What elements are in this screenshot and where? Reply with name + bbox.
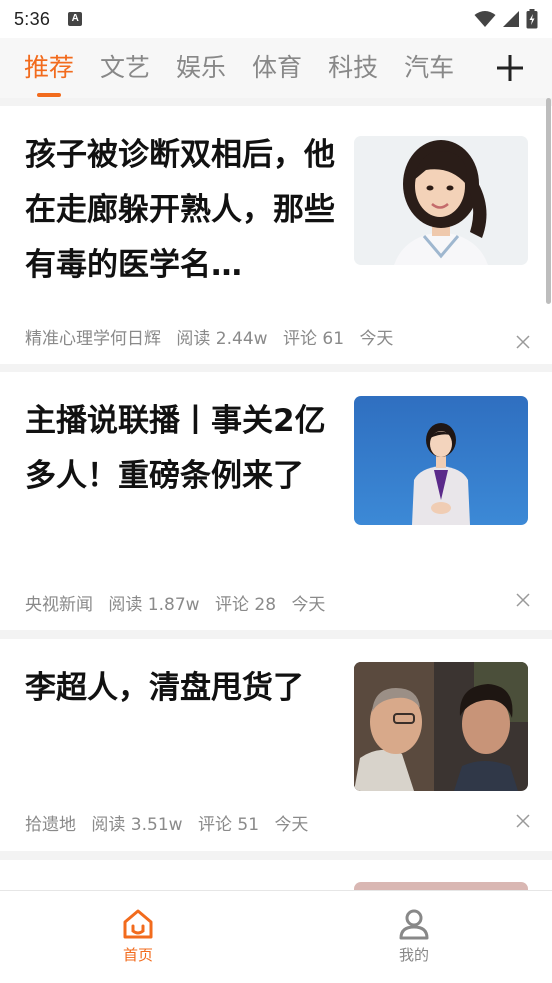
article-title[interactable]: 主播说联播丨事关2亿多人！重磅条例来了 — [25, 394, 335, 504]
article-card[interactable]: 孩子被诊断双相后，他在走廊躲开熟人，那些有毒的医学名… 精准心理学何日辉 阅读 … — [0, 106, 552, 364]
article-thumbnail[interactable] — [354, 662, 528, 791]
portrait-image — [354, 136, 528, 265]
close-icon[interactable] — [516, 593, 530, 607]
battery-charging-icon — [526, 9, 538, 29]
article-source[interactable]: 央视新闻 — [25, 595, 93, 615]
tab-arts[interactable]: 文艺 — [100, 38, 150, 98]
status-icons — [474, 9, 538, 29]
article-source[interactable]: 精准心理学何日辉 — [25, 329, 161, 349]
signal-icon — [503, 11, 519, 27]
scrollbar[interactable] — [546, 98, 551, 304]
close-icon[interactable] — [516, 335, 530, 349]
article-reads: 阅读 3.51w — [91, 815, 183, 835]
nav-profile[interactable]: 我的 — [374, 907, 454, 965]
article-source[interactable]: 拾遗地 — [25, 815, 76, 835]
tab-technology[interactable]: 科技 — [328, 38, 378, 98]
article-time: 今天 — [291, 595, 326, 615]
article-meta: 拾遗地 阅读 3.51w 评论 51 今天 — [25, 810, 318, 835]
article-meta: 精准心理学何日辉 阅读 2.44w 评论 61 今天 — [25, 324, 403, 349]
tab-entertainment[interactable]: 娱乐 — [176, 38, 226, 98]
channel-tabs: 推荐 文艺 娱乐 体育 科技 汽车 — [0, 38, 552, 98]
article-card[interactable]: 李超人，清盘甩货了 拾遗地 阅读 3.51w 评论 51 今天 — [0, 639, 552, 851]
article-time: 今天 — [274, 815, 309, 835]
article-card-partial[interactable] — [0, 860, 552, 890]
article-thumbnail[interactable] — [354, 882, 528, 890]
article-comments: 评论 51 — [197, 815, 260, 835]
article-thumbnail[interactable] — [354, 396, 528, 525]
article-meta: 央视新闻 阅读 1.87w 评论 28 今天 — [25, 590, 335, 615]
article-reads: 阅读 2.44w — [176, 329, 268, 349]
nav-home-label: 首页 — [122, 946, 153, 964]
plus-icon[interactable] — [496, 54, 524, 82]
a-badge-icon: A — [68, 12, 83, 26]
nav-home[interactable]: 首页 — [98, 907, 178, 965]
close-icon[interactable] — [516, 814, 530, 828]
status-bar: 5:36 A — [0, 0, 552, 38]
article-thumbnail[interactable] — [354, 136, 528, 265]
tab-sports[interactable]: 体育 — [252, 38, 302, 98]
news-anchor-image — [354, 396, 528, 525]
article-comments: 评论 28 — [214, 595, 277, 615]
status-time: 5:36 — [14, 8, 51, 29]
news-feed[interactable]: 孩子被诊断双相后，他在走廊躲开熟人，那些有毒的医学名… 精准心理学何日辉 阅读 … — [0, 98, 552, 890]
article-title[interactable]: 李超人，清盘甩货了 — [25, 661, 335, 716]
article-card[interactable]: 主播说联播丨事关2亿多人！重磅条例来了 央视新闻 阅读 1.87w 评论 28 … — [0, 372, 552, 630]
bottom-nav: 首页 我的 — [0, 890, 552, 983]
nav-profile-label: 我的 — [398, 946, 429, 964]
film-still-image — [354, 662, 528, 791]
article-title[interactable]: 孩子被诊断双相后，他在走廊躲开熟人，那些有毒的医学名… — [25, 128, 335, 293]
tab-recommend[interactable]: 推荐 — [24, 38, 74, 98]
article-reads: 阅读 1.87w — [108, 595, 200, 615]
wifi-icon — [474, 11, 496, 27]
home-icon — [123, 909, 153, 939]
profile-icon — [399, 909, 429, 940]
article-comments: 评论 61 — [282, 329, 345, 349]
tab-auto[interactable]: 汽车 — [404, 38, 454, 98]
article-time: 今天 — [359, 329, 394, 349]
